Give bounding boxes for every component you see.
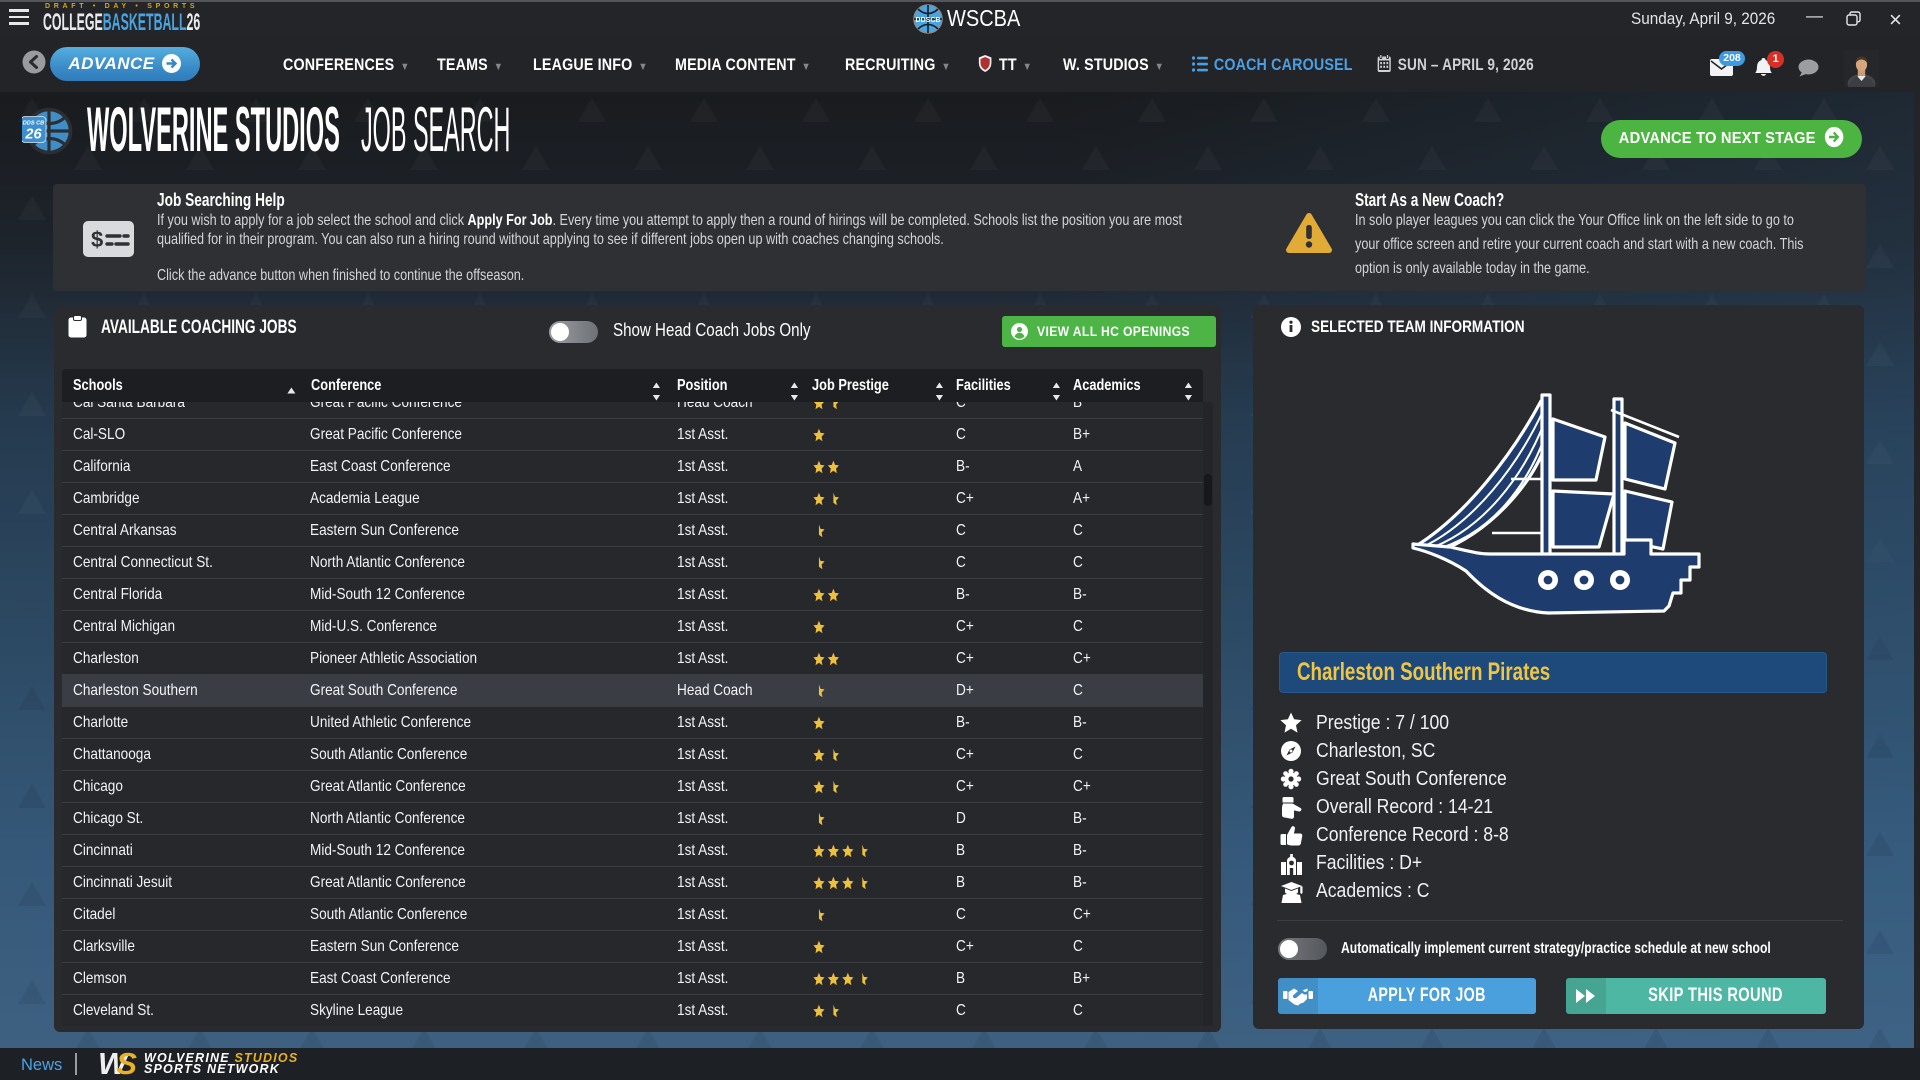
svg-text:DDSCB: DDSCB [916,17,941,24]
svg-text:$: $ [91,227,103,252]
svg-text:26: 26 [24,127,42,143]
